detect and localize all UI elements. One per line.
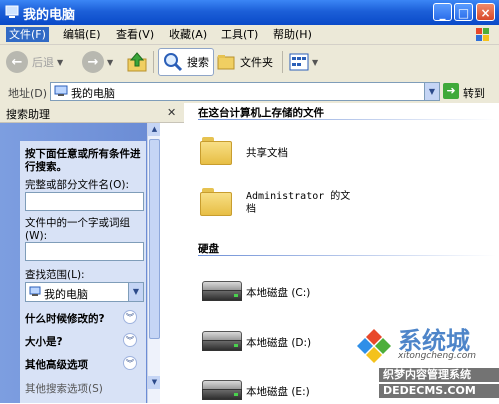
menu-view[interactable]: 查看(V) [113, 27, 157, 42]
menu-favorites[interactable]: 收藏(A) [166, 27, 210, 42]
drive-item[interactable]: 本地磁盘 (D:) [200, 329, 311, 355]
search-panel-header: 搜索助理 ✕ [0, 103, 184, 123]
drive-label: 本地磁盘 (C:) [246, 287, 311, 299]
close-button[interactable]: × [476, 3, 495, 21]
search-prompt: 按下面任意或所有条件进行搜索。 [25, 148, 141, 173]
computer-icon [5, 5, 19, 18]
phrase-label: 文件中的一个字或词组(W): [25, 217, 130, 242]
chevron-down-icon[interactable]: ▼ [128, 283, 143, 301]
folder-item[interactable]: 共享文档 [200, 137, 288, 165]
search-button[interactable]: 搜索 [158, 48, 214, 76]
back-arrow-icon: ← [6, 51, 28, 73]
folder-item[interactable]: Administrator 的文档 [200, 188, 356, 216]
menu-bar: 文件(F) 编辑(E) 查看(V) 收藏(A) 工具(T) 帮助(H) [0, 25, 499, 45]
window-title: 我的电脑 [23, 8, 76, 23]
address-label: 地址(D) [8, 87, 48, 100]
when-modified-toggle[interactable]: 什么时候修改的? [25, 311, 105, 326]
toolbar-separator [153, 51, 154, 73]
filename-label: 完整或部分文件名(O): [25, 179, 129, 191]
hard-drive-icon [200, 329, 244, 355]
folder-label: 共享文档 [246, 147, 288, 159]
toolbar: ← 后退 ▼ → ▼ 搜索 文件夹 ▼ [0, 45, 499, 81]
search-form: 按下面任意或所有条件进行搜索。 完整或部分文件名(O): 文件中的一个字或词组(… [20, 141, 146, 403]
chevron-down-icon: ▼ [107, 57, 114, 67]
group-title-files: 在这台计算机上存储的文件 [198, 107, 324, 119]
expand-chevron-icon[interactable]: ︾ [123, 310, 137, 324]
chevron-down-icon: ▼ [312, 57, 319, 67]
more-options-link[interactable]: 其他搜索选项(S) [25, 381, 103, 396]
computer-icon [54, 85, 68, 96]
chevron-down-icon: ▼ [57, 57, 64, 67]
group-divider [198, 119, 496, 120]
expand-chevron-icon[interactable]: ︾ [123, 333, 137, 347]
title-bar[interactable]: 我的电脑 _ □ × [0, 0, 499, 25]
address-bar: 地址(D) 我的电脑 ▼ ➜ 转到 [0, 80, 499, 104]
look-in-value: 我的电脑 [44, 288, 88, 301]
windows-flag-icon [357, 329, 391, 363]
drive-label: 本地磁盘 (D:) [246, 337, 312, 349]
filename-input[interactable] [25, 192, 144, 211]
menu-tools[interactable]: 工具(T) [218, 27, 261, 42]
menu-file[interactable]: 文件(F) [6, 27, 49, 42]
up-folder-icon [127, 52, 147, 72]
up-folder-button[interactable] [126, 48, 148, 76]
search-panel-scrollbar[interactable]: ▲ ▼ [147, 123, 161, 403]
windows-logo-icon [476, 28, 489, 41]
look-in-select[interactable]: 我的电脑 ▼ [25, 282, 144, 302]
watermark-line1: 织梦内容管理系统 [379, 368, 499, 382]
go-arrow-icon[interactable]: ➜ [443, 83, 459, 99]
watermark-line2: DEDECMS.COM [379, 384, 499, 398]
advanced-options-toggle[interactable]: 其他高级选项 [25, 357, 88, 372]
folders-label: 文件夹 [240, 56, 273, 69]
drive-item[interactable]: 本地磁盘 (E:) [200, 378, 310, 404]
scrollbar-thumb[interactable] [149, 139, 160, 339]
address-value: 我的电脑 [71, 87, 115, 100]
address-input[interactable]: 我的电脑 ▼ [50, 82, 440, 101]
phrase-input[interactable] [25, 242, 144, 261]
watermark: 系统城 xitongcheng.com 织梦内容管理系统 DEDECMS.COM [352, 322, 499, 403]
menu-edit[interactable]: 编辑(E) [60, 27, 104, 42]
folders-icon [217, 55, 235, 70]
minimize-button[interactable]: _ [433, 3, 452, 21]
forward-arrow-icon: → [82, 51, 104, 73]
size-toggle[interactable]: 大小是? [25, 334, 63, 349]
views-button[interactable]: ▼ [289, 48, 318, 76]
go-button[interactable]: 转到 [463, 85, 485, 101]
folder-icon [200, 188, 232, 216]
look-in-label: 查找范围(L): [25, 269, 85, 281]
search-panel-title: 搜索助理 [6, 108, 50, 121]
panel-divider [160, 123, 184, 403]
forward-button[interactable]: → ▼ [82, 48, 113, 76]
menu-help[interactable]: 帮助(H) [270, 27, 315, 42]
hard-drive-icon [200, 279, 244, 305]
search-panel-body: 按下面任意或所有条件进行搜索。 完整或部分文件名(O): 文件中的一个字或词组(… [0, 123, 160, 403]
folder-label: Administrator 的文档 [246, 191, 351, 215]
views-icon [289, 53, 309, 71]
close-icon[interactable]: ✕ [167, 106, 176, 119]
toolbar-separator [282, 51, 283, 73]
search-label: 搜索 [187, 56, 209, 69]
computer-icon [29, 286, 41, 296]
drive-label: 本地磁盘 (E:) [246, 386, 310, 398]
address-dropdown-icon[interactable]: ▼ [424, 83, 439, 100]
group-title-drives: 硬盘 [198, 243, 219, 255]
search-icon [164, 53, 183, 72]
hard-drive-icon [200, 378, 244, 404]
back-button[interactable]: ← 后退 ▼ [6, 48, 63, 76]
expand-chevron-icon[interactable]: ︾ [123, 356, 137, 370]
drive-item[interactable]: 本地磁盘 (C:) [200, 279, 310, 305]
back-label: 后退 [32, 56, 54, 69]
watermark-domain: xitongcheng.com [398, 351, 476, 361]
maximize-button[interactable]: □ [454, 3, 473, 21]
folders-button[interactable]: 文件夹 [216, 48, 273, 76]
search-panel: 搜索助理 ✕ 按下面任意或所有条件进行搜索。 完整或部分文件名(O): 文件中的… [0, 103, 184, 403]
group-divider [198, 255, 496, 256]
folder-icon [200, 137, 232, 165]
